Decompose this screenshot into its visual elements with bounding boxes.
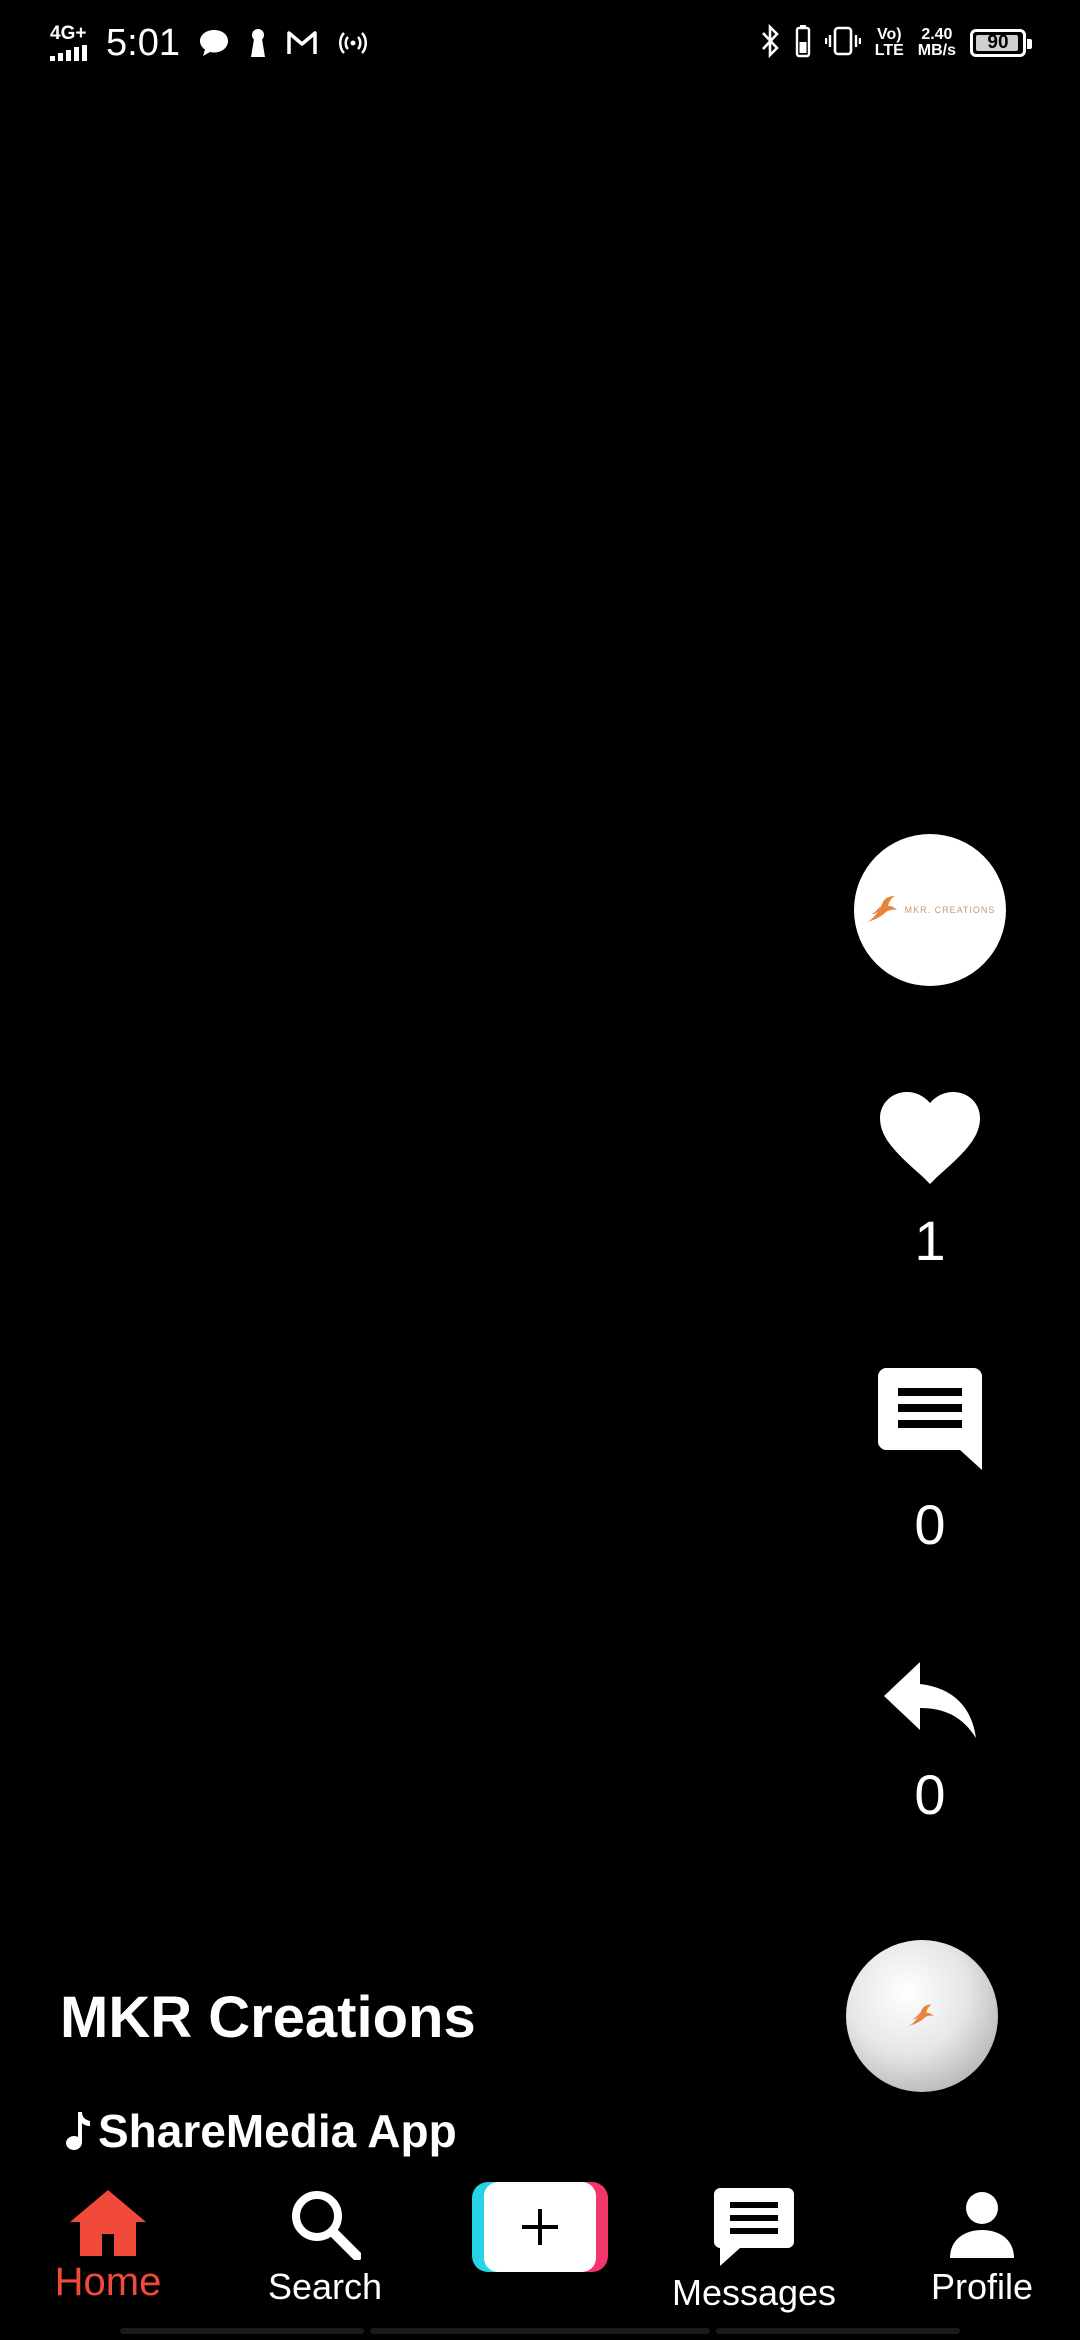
nav-home-label: Home [54, 2260, 162, 2304]
music-note-icon [66, 2112, 90, 2150]
share-count: 0 [914, 1763, 946, 1826]
network-speed: 2.40 MB/s [917, 26, 956, 59]
heart-icon [880, 1092, 980, 1184]
comment-count: 0 [914, 1493, 946, 1556]
music-title: ShareMedia App [98, 2105, 457, 2157]
gesture-bar-center [370, 2328, 710, 2334]
vibrate-icon [824, 26, 861, 61]
nav-search-label: Search [267, 2266, 383, 2307]
share-arrow-icon [884, 1662, 976, 1738]
creator-avatar[interactable]: MKR. CREATIONS [854, 834, 1006, 986]
keyhole-icon [248, 27, 268, 59]
search-icon [292, 2191, 361, 2260]
create-post-button[interactable] [472, 2182, 608, 2272]
avatar-brand-text: MKR. CREATIONS [904, 905, 996, 915]
music-disc[interactable] [846, 1940, 998, 2092]
nav-home[interactable]: Home [40, 2188, 176, 2305]
nav-profile[interactable]: Profile [912, 2188, 1052, 2308]
like-button[interactable]: 1 [860, 1090, 1000, 1273]
profile-icon [950, 2192, 1014, 2258]
bird-logo-icon [866, 896, 897, 922]
comment-icon [878, 1368, 982, 1470]
battery-saver-icon [795, 24, 811, 63]
messages-icon [714, 2188, 794, 2266]
creator-username[interactable]: MKR Creations [60, 1984, 476, 2051]
like-count: 1 [914, 1209, 946, 1272]
video-feed-screen: 4G+ 5:01 Vo) LTE 2.40 MB/s 90 MKR. CREAT… [0, 0, 1080, 2340]
bottom-navigation: Home Search Messages Profile [0, 2170, 1080, 2340]
bluetooth-icon [759, 23, 781, 63]
battery-level: 90 [987, 32, 1009, 53]
comment-button[interactable]: 0 [860, 1368, 1000, 1557]
gesture-bar-right [716, 2328, 960, 2334]
share-button[interactable]: 0 [860, 1660, 1000, 1827]
bird-logo-icon [908, 2004, 934, 2026]
network-indicator: 4G+ [50, 24, 100, 61]
status-time: 5:01 [106, 21, 180, 64]
nav-profile-label: Profile [930, 2266, 1034, 2307]
nav-messages[interactable]: Messages [668, 2188, 840, 2314]
volte-indicator: Vo) LTE [874, 26, 904, 59]
nav-search[interactable]: Search [255, 2188, 395, 2308]
gmail-icon [286, 30, 318, 56]
home-icon [70, 2190, 146, 2256]
signal-bars-icon [50, 45, 100, 61]
plus-icon [522, 2209, 558, 2245]
battery-icon: 90 [970, 29, 1032, 57]
chat-bubble-icon [198, 28, 230, 58]
nav-messages-label: Messages [671, 2272, 837, 2313]
music-label[interactable]: ShareMedia App [66, 2104, 457, 2158]
gesture-bar-left [120, 2328, 364, 2334]
status-bar: 4G+ 5:01 Vo) LTE 2.40 MB/s 90 [0, 0, 1080, 86]
hotspot-icon [336, 29, 370, 57]
